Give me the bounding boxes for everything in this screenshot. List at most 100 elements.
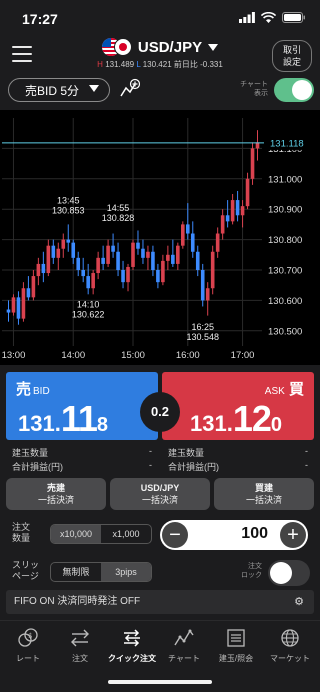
fifo-settings-bar[interactable]: FIFO ON 決済同時発注 OFF ⚙ — [6, 590, 314, 614]
quantity-input[interactable]: 100 — [200, 525, 268, 543]
tab-rate[interactable]: $ レート — [2, 627, 54, 664]
bulk-settle-row: 売建 一括決済 USD/JPY 一括決済 買建 一括決済 — [6, 478, 314, 510]
buy-pl-row: 合計損益(円) - — [168, 460, 308, 474]
candle-body — [171, 254, 175, 264]
annotation-time: 16:25 — [191, 322, 214, 332]
sell-bulk-settle-sub: 一括決済 — [37, 495, 74, 505]
candle-body — [36, 263, 41, 277]
spread-badge: 0.2 — [140, 392, 180, 432]
annotation-time: 14:10 — [77, 300, 100, 310]
tab-order-label: 注文 — [72, 654, 88, 663]
annotation-time: 14:55 — [107, 203, 130, 213]
signal-icon — [239, 12, 255, 23]
buy-bulk-settle-button[interactable]: 買建 一括決済 — [214, 478, 314, 510]
y-tick-label: 130.800 — [268, 235, 302, 246]
candle-body — [185, 224, 190, 234]
order-lock-toggle[interactable] — [268, 560, 310, 586]
pair-title: USD/JPY — [137, 38, 203, 56]
candle-body — [200, 270, 205, 301]
chart-toolbar: 売BID 5分 チャート 表示 — [0, 76, 320, 106]
candle-body — [51, 245, 56, 258]
high-label: H — [97, 60, 103, 69]
change-label: 前日比 — [173, 60, 198, 69]
candle-body — [61, 239, 66, 249]
slippage-3pips-option[interactable]: 3pips — [101, 563, 151, 581]
candle-body — [21, 288, 26, 319]
candle-body — [121, 270, 125, 283]
x-tick-label: 15:00 — [121, 350, 145, 361]
slippage-label-1: スリッ — [12, 560, 40, 570]
status-time: 17:27 — [22, 11, 58, 27]
pair-bulk-settle-sub: 一括決済 — [141, 495, 178, 505]
sell-sub-label: BID — [33, 386, 50, 397]
position-info: 建玉数量 - 合計損益(円) - 建玉数量 - 合計損益(円) - — [0, 446, 320, 476]
order-lock-label-1: 注文 — [248, 563, 262, 570]
tab-chart[interactable]: チャート — [158, 627, 210, 664]
candle-body — [245, 178, 250, 207]
timeframe-label: 5分 — [60, 83, 80, 98]
tab-positions[interactable]: 建玉/照会 — [210, 627, 262, 664]
buy-pl-label: 合計損益(円) — [168, 462, 219, 472]
slippage-unlimited-option[interactable]: 無制限 — [51, 563, 101, 581]
buy-qty-value: - — [305, 446, 308, 456]
sell-bulk-settle-button[interactable]: 売建 一括決済 — [6, 478, 106, 510]
sell-label: 売 BID — [16, 378, 50, 399]
sell-pl-label: 合計損益(円) — [12, 462, 63, 472]
gear-icon[interactable]: ⚙ — [294, 590, 304, 614]
candle-body — [181, 224, 185, 246]
order-icon — [54, 627, 106, 649]
candle-body — [141, 248, 145, 258]
annotation-time: 13:45 — [57, 195, 80, 205]
chart-type-label: 売BID — [25, 83, 58, 98]
annotation-price: 130.548 — [186, 332, 219, 342]
tab-order[interactable]: 注文 — [54, 627, 106, 664]
tab-quick-order-label: クイック注文 — [108, 654, 156, 663]
candle-body — [136, 242, 140, 249]
slippage-row: スリッ ページ 無制限 3pips 注文 ロック — [0, 558, 320, 588]
pair-selector[interactable]: USD/JPY H 131.489 L 130.421 前日比 -0.331 — [90, 38, 230, 70]
candle-body — [126, 266, 130, 283]
pair-bulk-settle-button[interactable]: USD/JPY 一括決済 — [110, 478, 210, 510]
dropdown-caret-icon — [208, 43, 219, 51]
jp-flag-icon — [113, 38, 132, 56]
unit-1000-option[interactable]: x1,000 — [101, 525, 151, 543]
order-qty-label-1: 注文 — [12, 522, 31, 532]
buy-bulk-settle-title: 買建 — [254, 483, 273, 493]
tab-rate-label: レート — [16, 654, 40, 663]
high-value: 131.489 — [105, 60, 135, 69]
menu-icon[interactable] — [12, 46, 32, 62]
tab-market[interactable]: マーケット — [264, 627, 316, 664]
decrement-button[interactable]: − — [162, 522, 188, 548]
sell-pl-value: - — [149, 460, 152, 470]
sell-qty-label: 建玉数量 — [12, 448, 49, 458]
sell-price: 131.118 — [18, 398, 108, 440]
candlestick-chart: 131.100131.000130.900130.800130.700130.6… — [2, 118, 316, 361]
chart-type-select[interactable]: 売BID 5分 — [8, 78, 110, 102]
buy-price-major: 131. — [190, 411, 233, 436]
candle-body — [41, 263, 46, 274]
low-value: 130.421 — [142, 60, 172, 69]
sell-bid-button[interactable]: 売 BID 131.118 — [6, 372, 158, 440]
buy-label-text: 買 — [288, 381, 304, 398]
sell-qty-value: - — [149, 446, 152, 456]
tab-quick-order[interactable]: クイック注文 — [106, 627, 158, 664]
candle-body — [131, 242, 135, 267]
order-lock-label-2: ロック — [241, 572, 262, 579]
buy-ask-button[interactable]: ASK 買 131.120 — [162, 372, 314, 440]
unit-10000-option[interactable]: x10,000 — [51, 525, 101, 543]
annotation-price: 130.853 — [52, 205, 85, 215]
y-tick-label: 130.700 — [268, 266, 302, 277]
increment-button[interactable]: + — [280, 522, 306, 548]
candle-body — [31, 276, 36, 298]
candle-body — [166, 254, 170, 261]
candle-body — [106, 245, 110, 264]
candle-body — [101, 257, 105, 264]
chart-display-toggle[interactable] — [274, 78, 314, 102]
candle-body — [156, 270, 160, 283]
price-chart[interactable]: 131.100131.000130.900130.800130.700130.6… — [0, 110, 320, 365]
trade-settings-button[interactable]: 取引 設定 — [272, 40, 312, 72]
drawing-tool-icon[interactable] — [120, 78, 140, 98]
quantity-stepper: − 100 + — [160, 520, 308, 550]
order-quantity-row: 注文 数量 x10,000 x1,000 − 100 + — [0, 518, 320, 550]
candle-body — [111, 245, 115, 252]
